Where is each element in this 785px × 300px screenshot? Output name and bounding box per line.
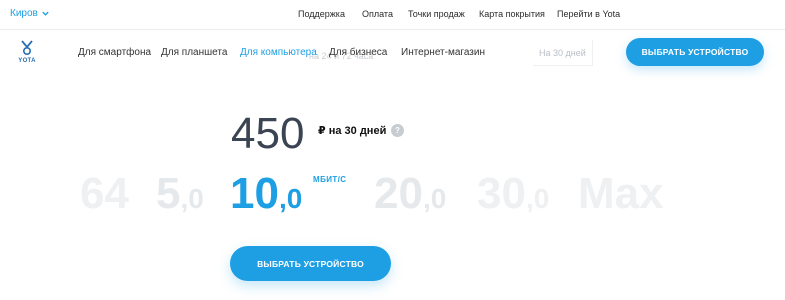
nav-item-tablet[interactable]: Для планшета [161,47,227,58]
nav-item-computer[interactable]: Для компьютера [240,47,317,58]
speed-int: 20 [374,169,423,218]
speed-dec: ,0 [525,183,550,214]
speed-option-20[interactable]: 20,0 [374,172,446,216]
top-link-go-yota[interactable]: Перейти в Yota [557,9,620,19]
yota-logo[interactable]: YOTA [13,40,41,64]
speed-option-max[interactable]: Max [578,172,664,216]
speed-dec: ,0 [180,183,204,214]
chevron-down-icon [42,11,49,16]
city-selector[interactable]: Киров [10,8,50,19]
top-link-stores[interactable]: Точки продаж [408,9,465,19]
choose-device-button-header[interactable]: ВЫБРАТЬ УСТРОЙСТВО [626,38,764,66]
yota-logo-icon [21,40,33,56]
speed-dec: ,0 [278,183,303,214]
tab-30-days-label: На 30 дней [539,48,586,58]
choose-device-button[interactable]: ВЫБРАТЬ УСТРОЙСТВО [230,246,391,281]
speed-dec: ,0 [422,183,447,214]
speed-int: 64 [80,169,129,218]
nav-item-shop[interactable]: Интернет-магазин [401,47,485,58]
speed-int: 5 [156,169,181,218]
top-link-coverage[interactable]: Карта покрытия [479,9,545,19]
speed-option-10-selected[interactable]: 10,0 [230,172,302,216]
speed-int: Max [578,169,664,218]
top-link-payment[interactable]: Оплата [362,9,393,19]
page: Киров Поддержка Оплата Точки продаж Карт… [0,0,785,300]
nav-item-smartphone[interactable]: Для смартфона [78,47,151,58]
speed-unit: МБИТ/С [313,175,347,184]
top-bar: Киров Поддержка Оплата Точки продаж Карт… [0,0,785,30]
nav-item-business[interactable]: Для бизнеса [329,47,387,58]
city-label: Киров [10,8,38,19]
price-period: ₽ на 30 дней [318,125,387,137]
top-link-support[interactable]: Поддержка [298,9,345,19]
speed-option-30[interactable]: 30,0 [477,172,549,216]
help-icon[interactable]: ? [391,124,404,137]
speed-option-64[interactable]: 64 [80,172,129,216]
tab-30-days-ghost[interactable]: На 30 дней [533,40,593,66]
speed-int: 10 [230,169,279,218]
speed-int: 30 [477,169,526,218]
speed-option-5[interactable]: 5,0 [156,172,204,216]
logo-text: YOTA [18,58,36,64]
price-value: 450 [231,109,305,158]
